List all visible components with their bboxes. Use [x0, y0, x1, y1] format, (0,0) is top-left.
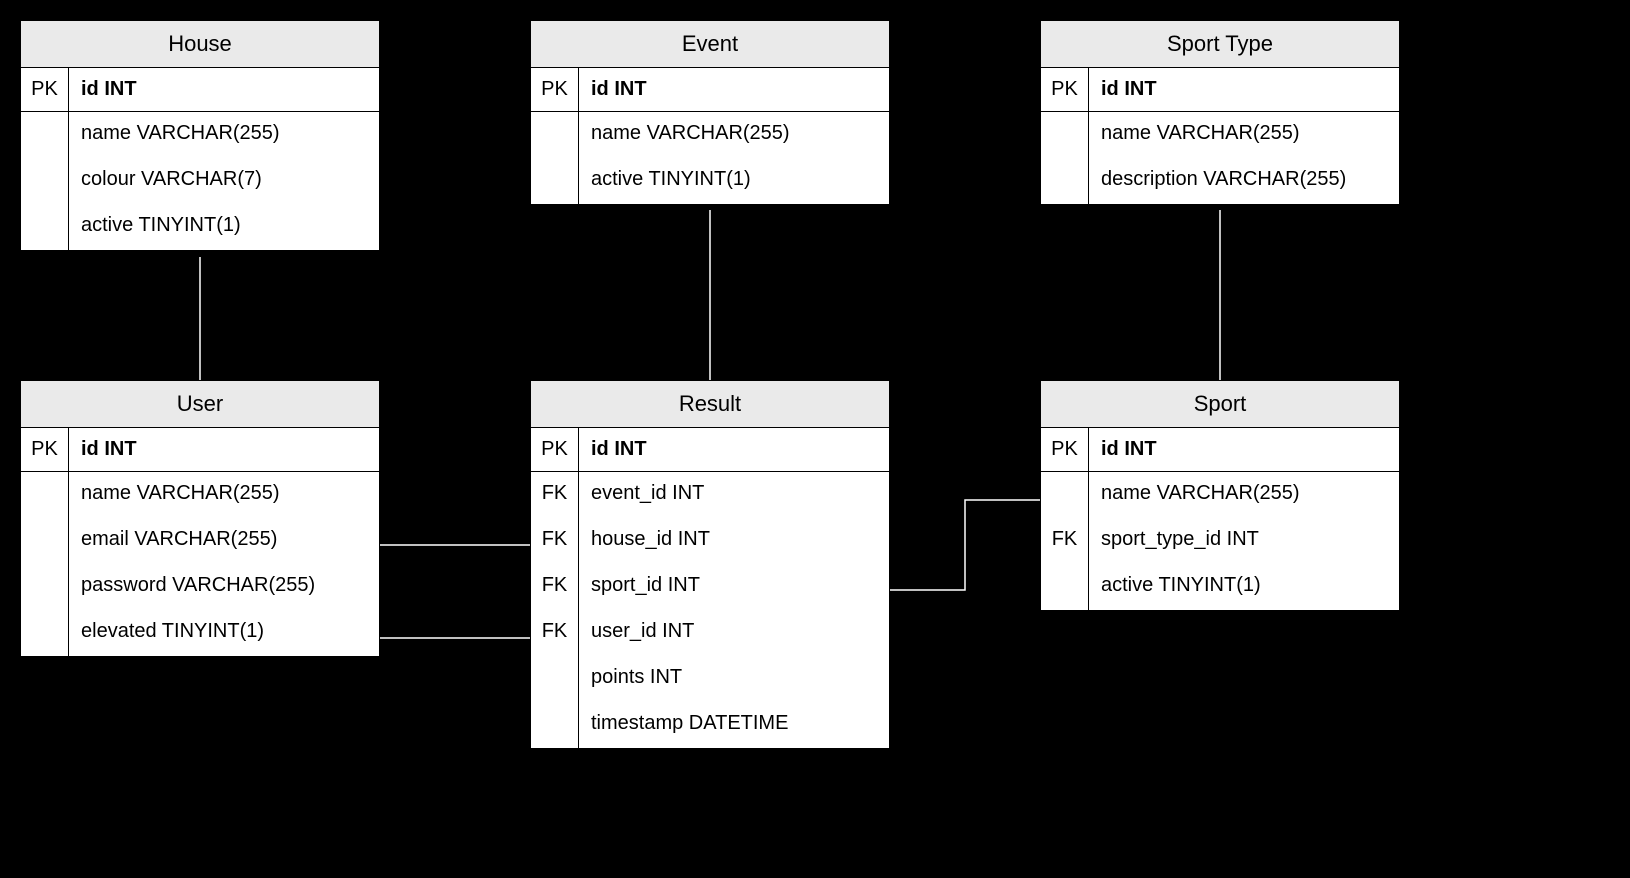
field-cell: timestamp DATETIME: [579, 702, 889, 748]
entity-result: ResultPKid INTFKFKFKFKevent_id INThouse_…: [530, 380, 890, 749]
field-cell: event_id INT: [579, 472, 889, 518]
pk-row: PKid INT: [531, 68, 889, 112]
key-cell: [531, 112, 578, 158]
fields-body: name VARCHAR(255)active TINYINT(1): [531, 112, 889, 204]
key-cell: [1041, 472, 1088, 518]
field-cell: id INT: [579, 428, 889, 472]
field-cell: description VARCHAR(255): [1089, 158, 1399, 204]
relationship-line: [890, 500, 1040, 590]
field-cell: active TINYINT(1): [69, 204, 379, 250]
pk-row: PKid INT: [1041, 428, 1399, 472]
field-cell: elevated TINYINT(1): [69, 610, 379, 656]
key-cell: FK: [1041, 518, 1088, 564]
pk-row: PKid INT: [1041, 68, 1399, 112]
key-cell: [1041, 158, 1088, 204]
field-cell: id INT: [1089, 428, 1399, 472]
pk-row: PKid INT: [21, 428, 379, 472]
key-cell: FK: [531, 518, 578, 564]
fields-body: name VARCHAR(255)colour VARCHAR(7)active…: [21, 112, 379, 250]
pk-row: PKid INT: [21, 68, 379, 112]
entity-title: Sport: [1041, 381, 1399, 428]
key-cell: FK: [531, 564, 578, 610]
entity-user: UserPKid INTname VARCHAR(255)email VARCH…: [20, 380, 380, 657]
field-cell: sport_type_id INT: [1089, 518, 1399, 564]
field-cell: house_id INT: [579, 518, 889, 564]
fields-body: name VARCHAR(255)description VARCHAR(255…: [1041, 112, 1399, 204]
field-cell: id INT: [69, 68, 379, 112]
field-cell: colour VARCHAR(7): [69, 158, 379, 204]
pk-row: PKid INT: [531, 428, 889, 472]
fields-body: FKname VARCHAR(255)sport_type_id INTacti…: [1041, 472, 1399, 610]
entity-house: HousePKid INTname VARCHAR(255)colour VAR…: [20, 20, 380, 251]
key-cell: [21, 204, 68, 250]
field-cell: id INT: [579, 68, 889, 112]
entity-title: User: [21, 381, 379, 428]
entity-title: Sport Type: [1041, 21, 1399, 68]
entity-sport: SportPKid INTFKname VARCHAR(255)sport_ty…: [1040, 380, 1400, 611]
key-cell: PK: [21, 68, 69, 112]
key-cell: [531, 158, 578, 204]
field-cell: sport_id INT: [579, 564, 889, 610]
entity-event: EventPKid INTname VARCHAR(255)active TIN…: [530, 20, 890, 205]
field-cell: name VARCHAR(255): [69, 112, 379, 158]
key-cell: [1041, 564, 1088, 610]
key-cell: [21, 472, 68, 518]
field-cell: name VARCHAR(255): [1089, 472, 1399, 518]
key-cell: PK: [1041, 68, 1089, 112]
entity-title: Event: [531, 21, 889, 68]
field-cell: id INT: [1089, 68, 1399, 112]
field-cell: email VARCHAR(255): [69, 518, 379, 564]
key-cell: [21, 564, 68, 610]
field-cell: password VARCHAR(255): [69, 564, 379, 610]
field-cell: name VARCHAR(255): [69, 472, 379, 518]
key-cell: PK: [21, 428, 69, 472]
key-cell: PK: [531, 68, 579, 112]
field-cell: name VARCHAR(255): [579, 112, 889, 158]
field-cell: active TINYINT(1): [579, 158, 889, 204]
key-cell: FK: [531, 610, 578, 656]
field-cell: user_id INT: [579, 610, 889, 656]
key-cell: [1041, 112, 1088, 158]
key-cell: FK: [531, 472, 578, 518]
field-cell: active TINYINT(1): [1089, 564, 1399, 610]
entity-title: Result: [531, 381, 889, 428]
key-cell: [531, 656, 578, 702]
fields-body: name VARCHAR(255)email VARCHAR(255)passw…: [21, 472, 379, 656]
key-cell: PK: [1041, 428, 1089, 472]
key-cell: [21, 518, 68, 564]
key-cell: [21, 158, 68, 204]
field-cell: name VARCHAR(255): [1089, 112, 1399, 158]
key-cell: PK: [531, 428, 579, 472]
field-cell: points INT: [579, 656, 889, 702]
entity-title: House: [21, 21, 379, 68]
fields-body: FKFKFKFKevent_id INThouse_id INTsport_id…: [531, 472, 889, 748]
entity-sport_type: Sport TypePKid INTname VARCHAR(255)descr…: [1040, 20, 1400, 205]
key-cell: [21, 112, 68, 158]
key-cell: [531, 702, 578, 748]
field-cell: id INT: [69, 428, 379, 472]
key-cell: [21, 610, 68, 656]
